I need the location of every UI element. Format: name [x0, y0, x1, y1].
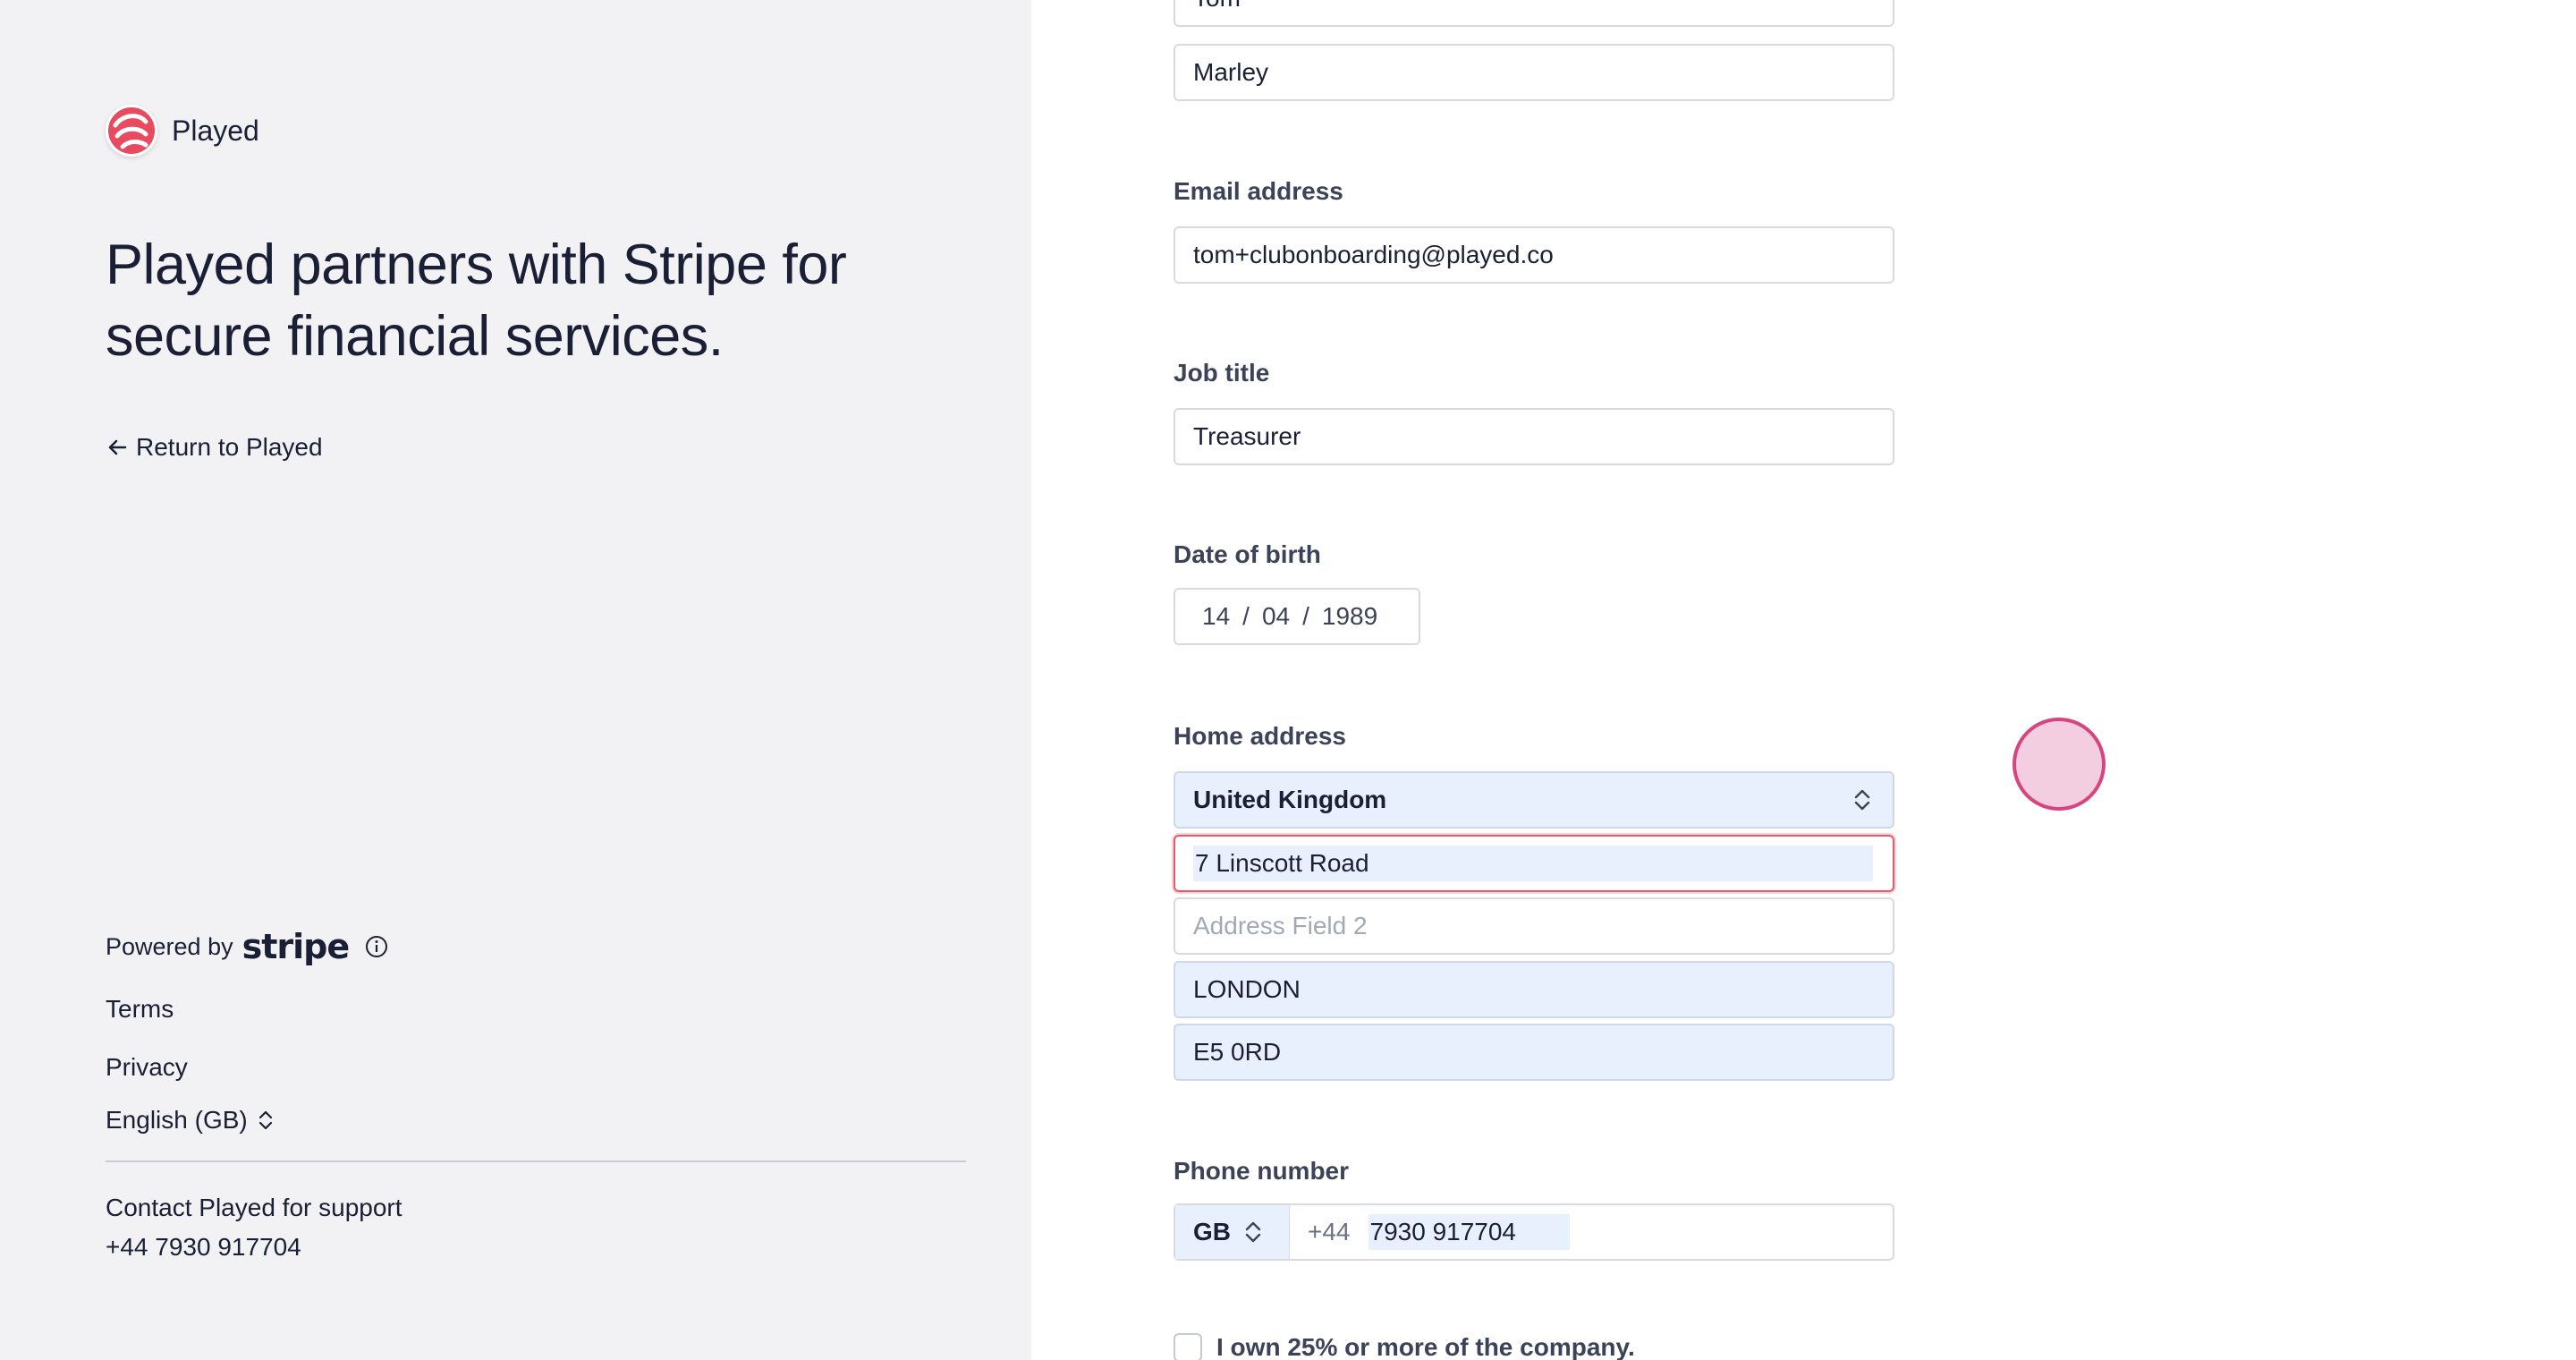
phone-country-select[interactable]: GB: [1175, 1205, 1290, 1259]
job-title-label: Job title: [1174, 359, 1270, 387]
chevron-updown-icon: [1245, 1221, 1261, 1243]
dob-separator: /: [1242, 602, 1250, 630]
support-info: Contact Played for support +44 7930 9177…: [106, 1188, 402, 1267]
language-label: English (GB): [106, 1106, 248, 1134]
dob-separator: /: [1302, 602, 1309, 630]
terms-link[interactable]: Terms: [106, 995, 174, 1024]
country-value: United Kingdom: [1193, 786, 1387, 813]
phone-country-code: GB: [1193, 1218, 1231, 1245]
privacy-link[interactable]: Privacy: [106, 1053, 188, 1082]
country-select[interactable]: United Kingdom: [1174, 771, 1894, 829]
postcode-field[interactable]: E5 0RD: [1174, 1024, 1894, 1081]
phone-prefix: +44: [1308, 1218, 1351, 1245]
dob-label: Date of birth: [1174, 540, 1321, 568]
dob-field[interactable]: 14 / 04 / 1989: [1174, 588, 1420, 645]
dob-day[interactable]: 14: [1202, 602, 1230, 631]
email-field[interactable]: tom+clubonboarding@played.co: [1174, 226, 1894, 284]
return-link-label: Return to Played: [136, 433, 323, 461]
address-line1-field[interactable]: 7 Linscott Road: [1174, 835, 1894, 892]
left-panel: Played Played partners with Stripe for s…: [0, 0, 1031, 1360]
stripe-logo: stripe: [242, 927, 351, 966]
job-title-field[interactable]: Treasurer: [1174, 408, 1894, 465]
ownership-checkbox-row[interactable]: I own 25% or more of the company.: [1174, 1333, 1635, 1360]
email-label: Email address: [1174, 177, 1343, 205]
last-name-field[interactable]: Marley: [1174, 44, 1894, 101]
powered-by-stripe: Powered by stripe: [106, 927, 388, 966]
dob-year[interactable]: 1989: [1322, 602, 1377, 631]
brand-name: Played: [172, 114, 259, 147]
info-icon[interactable]: [365, 935, 388, 958]
footer-divider: [106, 1160, 966, 1162]
phone-number[interactable]: 7930 917704: [1368, 1205, 1571, 1259]
chevron-updown-icon: [1854, 789, 1870, 811]
chevron-updown-icon: [258, 1110, 272, 1130]
ownership-checkbox[interactable]: [1174, 1333, 1202, 1360]
phone-field[interactable]: GB +44 7930 917704: [1174, 1203, 1894, 1261]
support-phone: +44 7930 917704: [106, 1233, 301, 1261]
page-headline: Played partners with Stripe for secure f…: [106, 234, 847, 368]
ownership-checkbox-label: I own 25% or more of the company.: [1216, 1333, 1635, 1360]
arrow-left-icon: [108, 439, 127, 455]
first-name-field[interactable]: Tom: [1174, 0, 1894, 27]
dob-month[interactable]: 04: [1262, 602, 1290, 631]
cursor-indicator: [2012, 718, 2106, 811]
return-link[interactable]: Return to Played: [106, 433, 323, 462]
played-logo-icon: [106, 105, 157, 157]
support-title: Contact Played for support: [106, 1194, 402, 1221]
brand: Played: [106, 105, 259, 157]
home-address-label: Home address: [1174, 722, 1346, 750]
phone-label: Phone number: [1174, 1157, 1350, 1185]
language-selector[interactable]: English (GB): [106, 1106, 275, 1135]
phone-number-value: 7930 917704: [1368, 1214, 1571, 1250]
city-field[interactable]: LONDON: [1174, 961, 1894, 1018]
address-line2-field[interactable]: Address Field 2: [1174, 897, 1894, 955]
address-line1-value: 7 Linscott Road: [1193, 846, 1873, 881]
powered-by-label: Powered by: [106, 932, 233, 960]
